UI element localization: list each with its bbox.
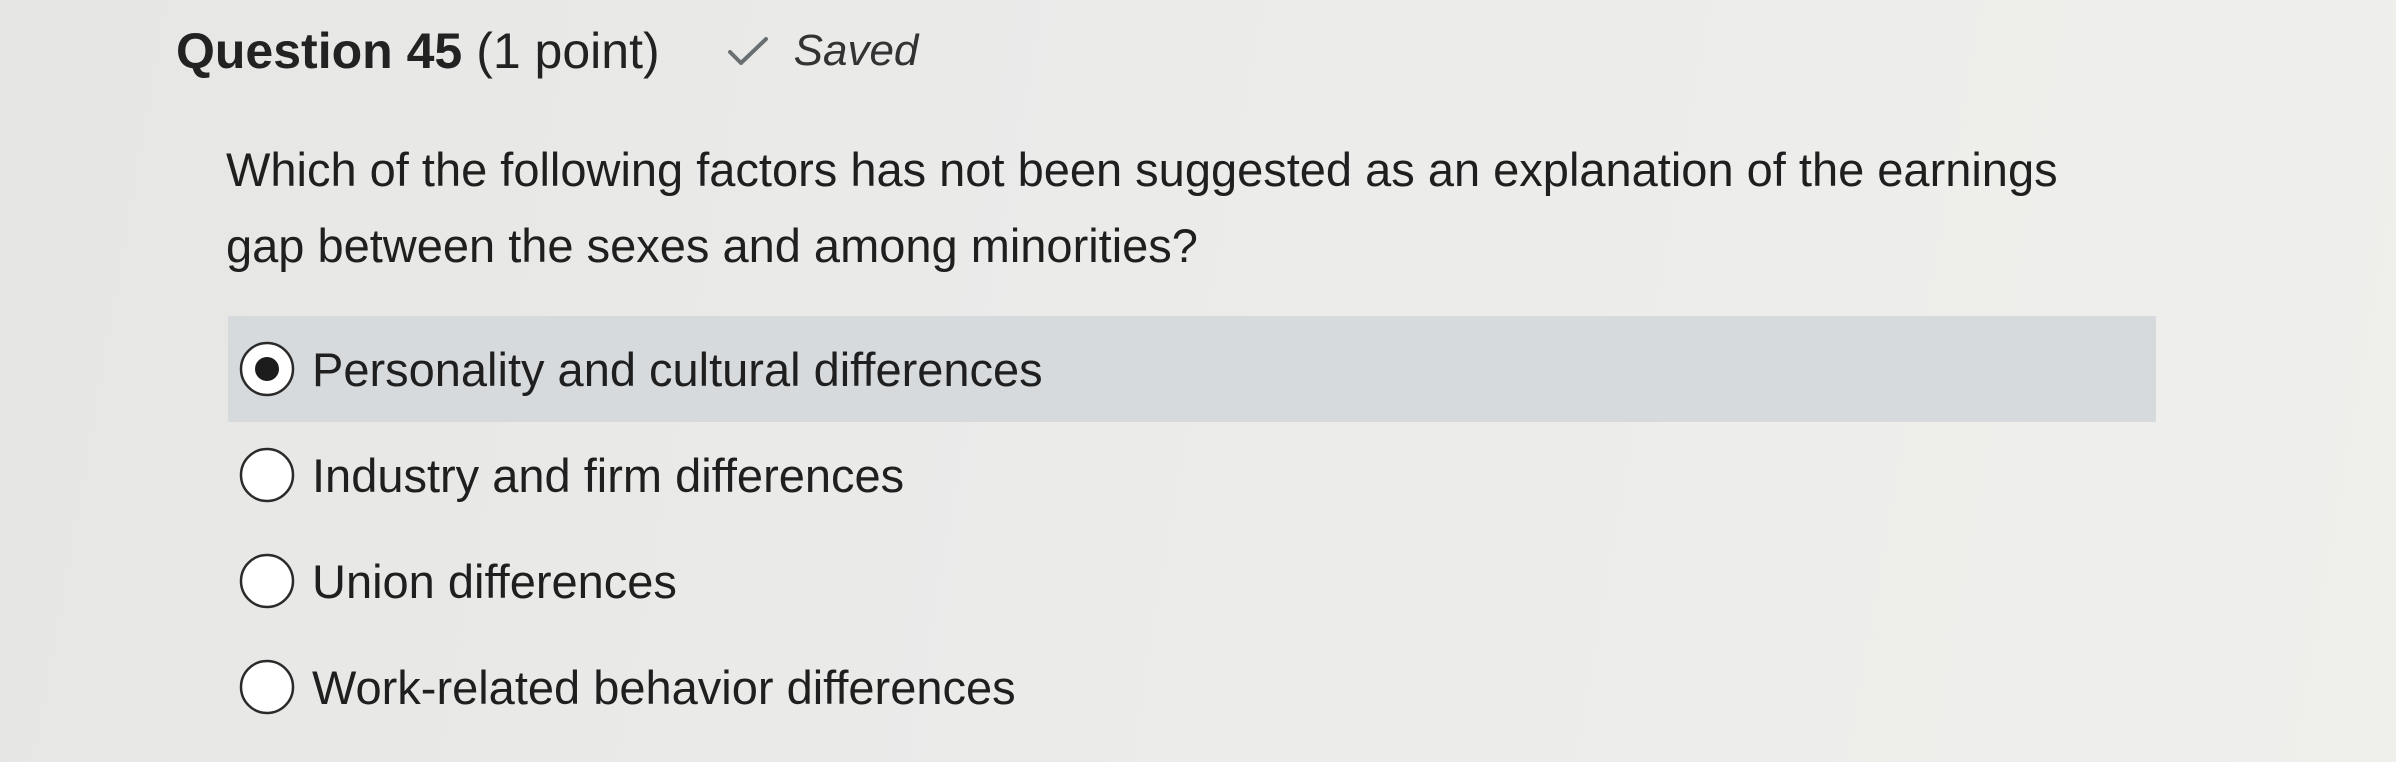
answer-option-label: Union differences xyxy=(312,554,677,608)
checkmark-icon xyxy=(727,37,768,65)
question-title: Question 45 xyxy=(176,23,463,79)
radio-unselected-icon[interactable] xyxy=(238,552,296,610)
question-points: (1 point) xyxy=(476,23,660,79)
answer-options: Personality and cultural differences Ind… xyxy=(228,316,2156,740)
answer-option-4[interactable]: Work-related behavior differences xyxy=(228,634,2156,740)
answer-option-label: Work-related behavior differences xyxy=(312,660,1016,714)
radio-selected-icon[interactable] xyxy=(238,340,296,398)
answer-option-1[interactable]: Personality and cultural differences xyxy=(228,316,2156,422)
answer-option-2[interactable]: Industry and firm differences xyxy=(228,422,2156,528)
saved-label: Saved xyxy=(793,26,919,75)
radio-unselected-icon[interactable] xyxy=(238,658,296,716)
question-header: Question 45 (1 point) Saved xyxy=(176,22,918,80)
answer-option-label: Industry and firm differences xyxy=(312,448,905,502)
saved-status: Saved xyxy=(726,26,919,76)
radio-unselected-icon[interactable] xyxy=(238,446,296,504)
answer-option-3[interactable]: Union differences xyxy=(228,528,2156,634)
question-prompt: Which of the following factors has not b… xyxy=(226,143,2058,272)
answer-option-label: Personality and cultural differences xyxy=(312,342,1043,396)
